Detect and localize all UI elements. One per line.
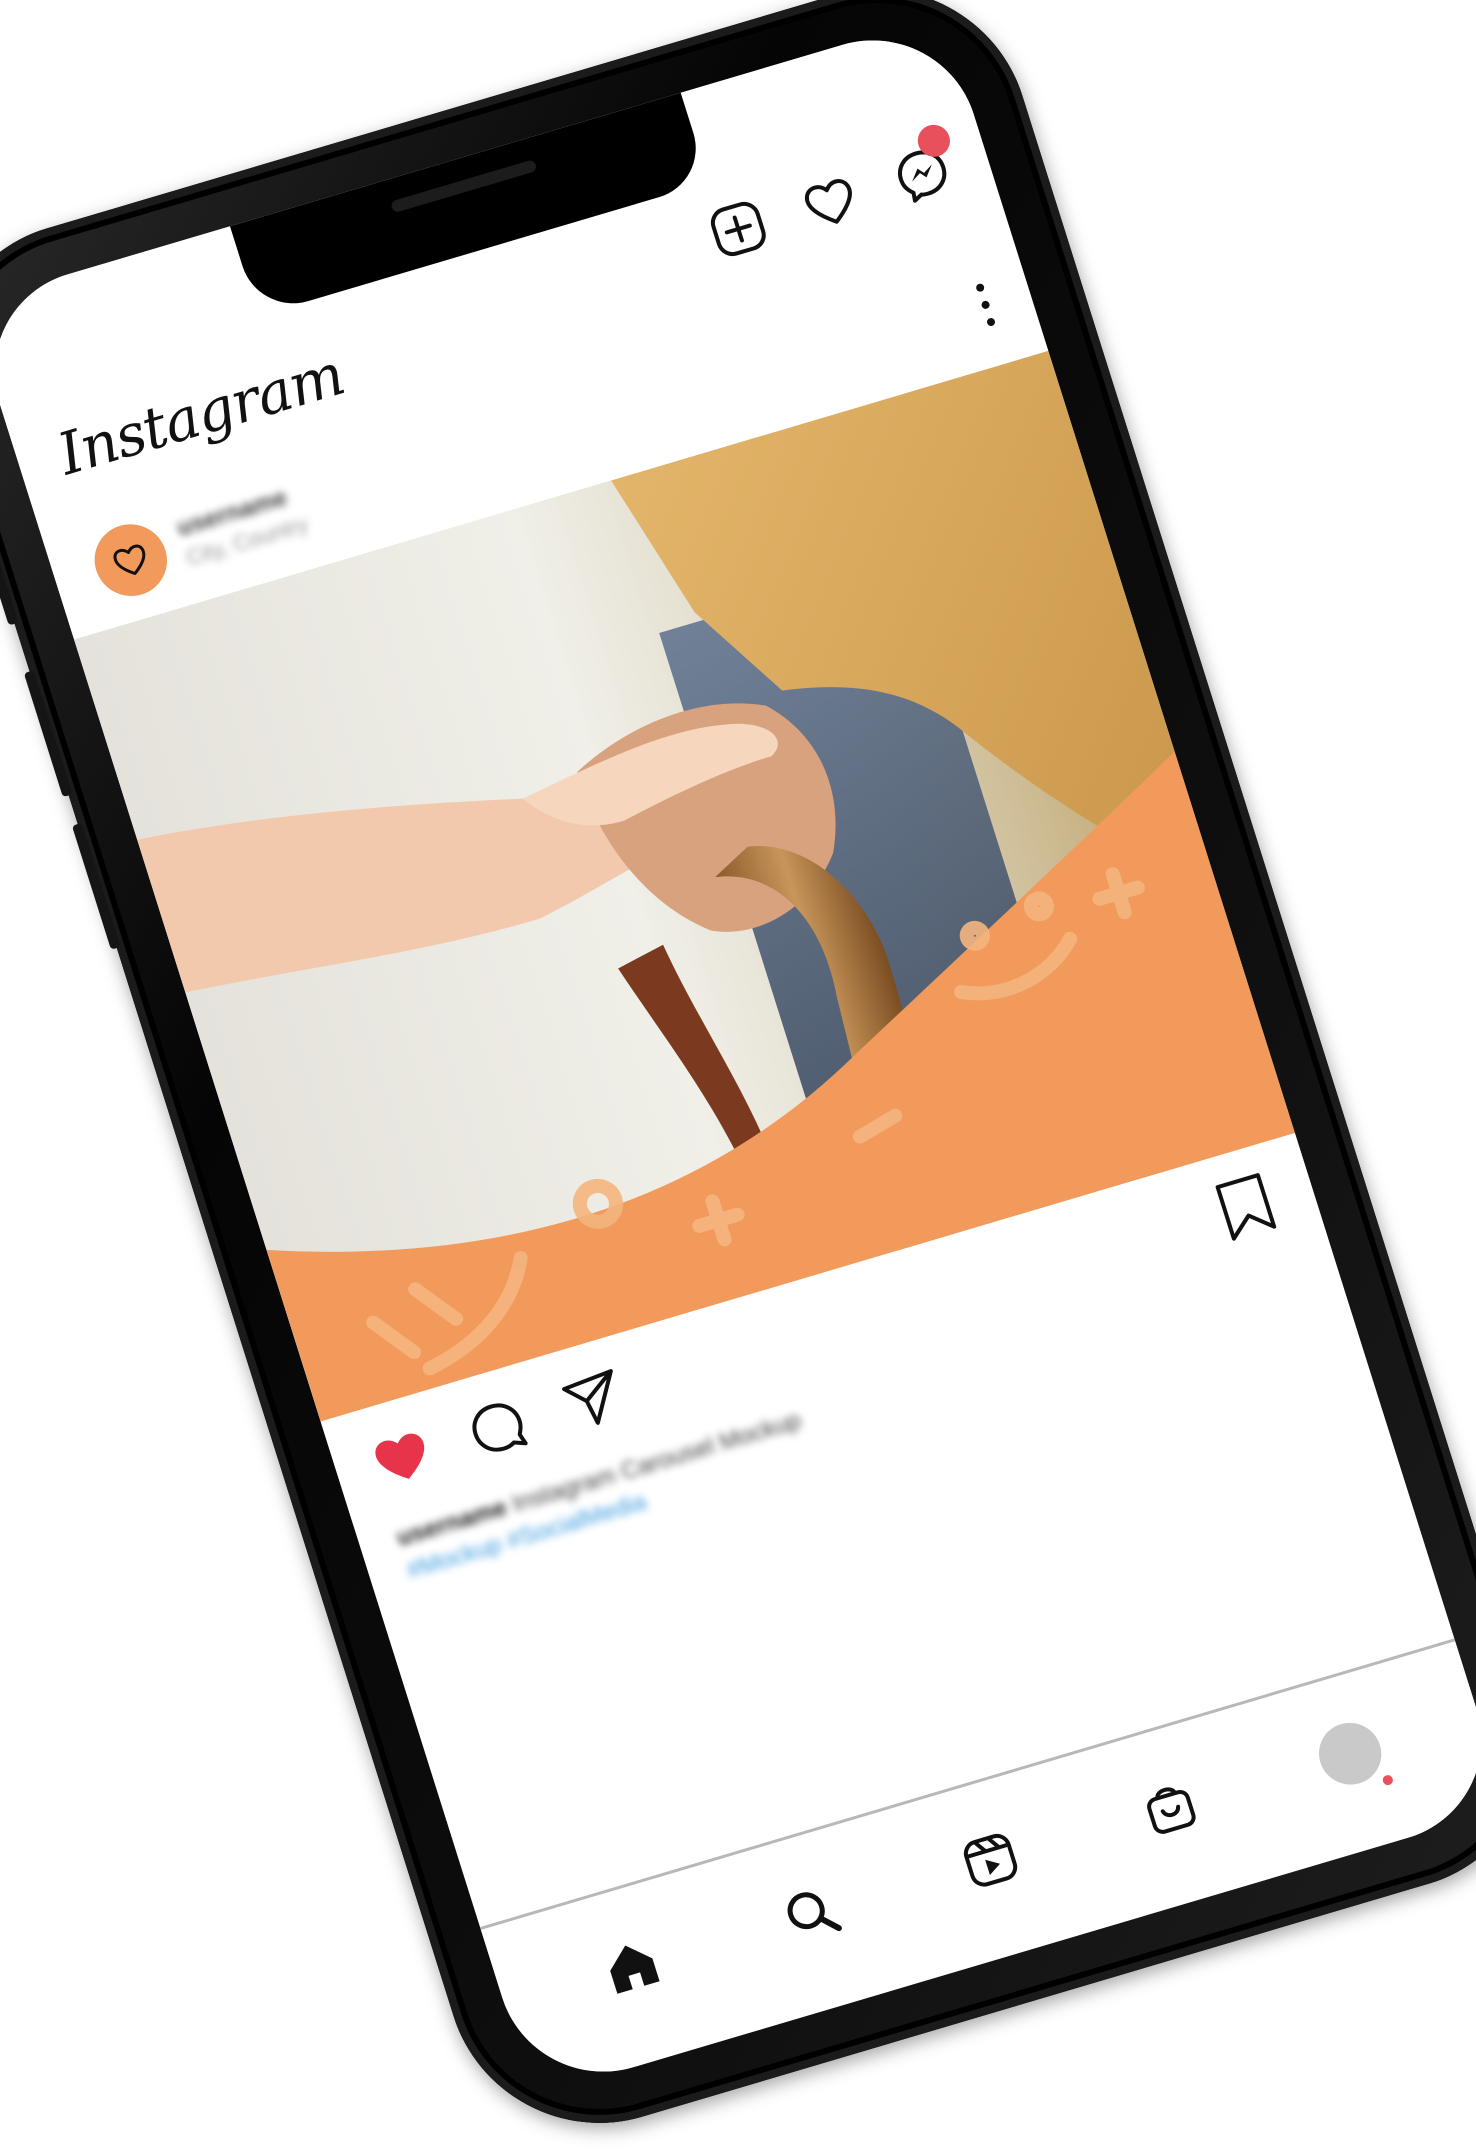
messenger-icon[interactable] [886, 121, 959, 211]
stage: Instagram username City, Country usernam… [0, 0, 1476, 2153]
profile-notification-dot [1380, 1773, 1394, 1786]
post-avatar[interactable] [85, 515, 177, 605]
top-actions [702, 121, 959, 265]
shop-icon[interactable] [1132, 1770, 1208, 1844]
reels-icon[interactable] [953, 1823, 1029, 1897]
home-icon[interactable] [594, 1929, 670, 2003]
screen: Instagram username City, Country usernam… [0, 15, 1476, 2097]
phone: Instagram username City, Country usernam… [0, 0, 1476, 2153]
search-icon[interactable] [773, 1876, 849, 1950]
more-options-icon[interactable] [973, 280, 999, 329]
comment-icon[interactable] [459, 1390, 537, 1467]
heart-outline-icon [113, 544, 146, 575]
post-user-block[interactable]: username City, Country [174, 481, 312, 572]
bookmark-icon[interactable] [1208, 1167, 1283, 1246]
heart-outline-icon[interactable] [794, 166, 867, 238]
heart-filled-icon[interactable] [363, 1419, 441, 1496]
profile-avatar[interactable] [1310, 1715, 1394, 1792]
send-icon[interactable] [555, 1362, 633, 1439]
plus-square-icon[interactable] [702, 193, 775, 265]
